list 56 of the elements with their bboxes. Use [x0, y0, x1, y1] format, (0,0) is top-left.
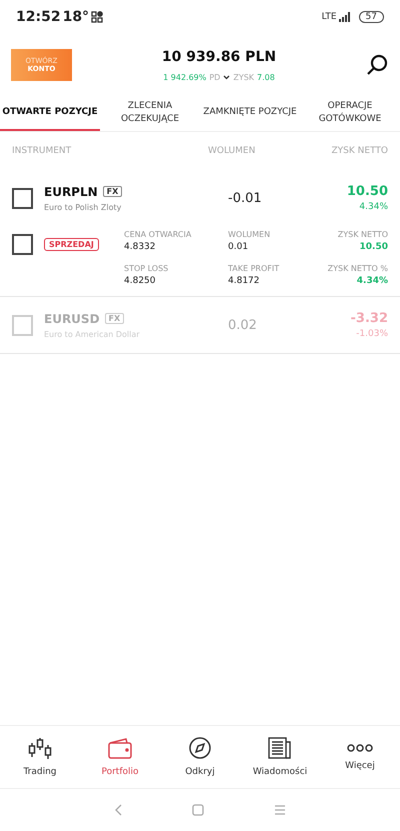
field-value: 4.8332 — [124, 242, 156, 252]
instrument-tag: FX — [102, 186, 122, 197]
nav-tab[interactable]: Więcej — [320, 726, 400, 788]
volume-value: 0.02 — [228, 318, 258, 332]
net-profit-percent: -1.03% — [356, 329, 388, 339]
compass-icon — [189, 737, 211, 759]
field-value: 4.34% — [356, 276, 388, 286]
search-icon[interactable] — [366, 54, 388, 76]
account-balance: 10 939.86 PLN — [162, 48, 276, 64]
instrument-symbol: EURUSD — [44, 312, 100, 326]
status-time: 12:52 — [16, 9, 61, 25]
tab[interactable]: OTWARTE POZYCJE — [0, 96, 100, 131]
network-type: LTE — [322, 12, 337, 22]
candlestick-icon — [27, 737, 53, 759]
net-profit: -3.32 — [350, 311, 388, 326]
volume-value: -0.01 — [228, 190, 263, 206]
column-header: WOLUMEN — [208, 146, 256, 158]
nav-tab[interactable]: Trading — [0, 726, 80, 788]
app-grid-icon — [91, 11, 104, 23]
instrument-symbol: EURPLN — [44, 184, 98, 198]
newspaper-icon — [267, 737, 293, 759]
column-header: INSTRUMENT — [12, 146, 72, 158]
more-icon — [347, 743, 373, 753]
nav-tab[interactable]: Odkryj — [160, 726, 240, 788]
chevron-down-icon[interactable] — [223, 74, 230, 80]
field-value: 4.8172 — [228, 276, 260, 286]
instrument-tag: FX — [104, 313, 124, 324]
field-label: ZYSK NETTO % — [328, 264, 388, 273]
field-value: 4.8250 — [124, 276, 156, 286]
field-label: CENA OTWARCIA — [124, 230, 192, 239]
instrument-name: Euro to Polish Zloty — [44, 202, 122, 212]
tab[interactable]: ZAMKNIĘTE POZYCJE — [200, 96, 300, 131]
checkbox[interactable] — [12, 234, 33, 255]
temperature: 18° — [62, 9, 90, 25]
return-label: PD — [209, 72, 220, 82]
field-label: WOLUMEN — [228, 230, 270, 239]
battery-level: 57 — [358, 11, 384, 23]
field-value: 10.50 — [360, 242, 388, 252]
field-value: 0.01 — [228, 242, 248, 252]
wallet-icon — [107, 737, 133, 759]
profit-label: ZYSK — [233, 72, 254, 82]
nav-tab[interactable]: Wiadomości — [240, 726, 320, 788]
side-label: SPRZEDAJ — [44, 238, 99, 251]
field-label: TAKE PROFIT — [228, 264, 280, 273]
profit-value: 7.08 — [257, 72, 275, 82]
signal-icon — [338, 12, 351, 22]
net-profit: 10.50 — [346, 184, 388, 199]
tab[interactable]: OPERACJE GOTÓWKOWE — [300, 96, 400, 131]
tab[interactable]: ZLECENIA OCZEKUJĄCE — [100, 96, 200, 131]
checkbox[interactable] — [12, 188, 33, 208]
field-label: ZYSK NETTO — [338, 230, 388, 239]
return-percent: 1 942.69% — [163, 72, 206, 82]
column-header: ZYSK NETTO — [330, 146, 388, 158]
nav-tab[interactable]: Portfolio — [80, 726, 160, 788]
field-label: STOP LOSS — [124, 264, 168, 273]
net-profit-percent: 4.34% — [359, 202, 388, 212]
